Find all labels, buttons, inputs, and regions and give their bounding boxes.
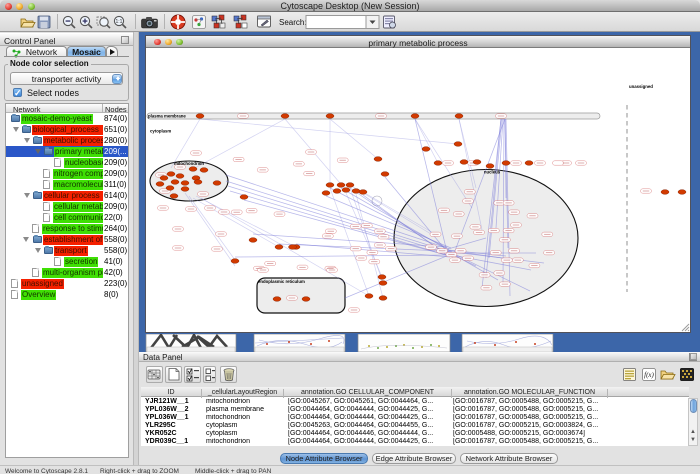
svg-text:nucleus: nucleus xyxy=(484,170,501,175)
svg-text:plasma membrane: plasma membrane xyxy=(148,114,186,119)
svg-text:mitochondrion: mitochondrion xyxy=(174,161,204,166)
svg-text:unassigned: unassigned xyxy=(629,84,653,89)
svg-text:Search:: Search: xyxy=(279,18,307,27)
svg-text:f(x): f(x) xyxy=(644,371,654,379)
svg-text:endoplasmic reticulum: endoplasmic reticulum xyxy=(258,279,305,284)
svg-text:cytoplasm: cytoplasm xyxy=(150,129,171,134)
svg-text:1:1: 1:1 xyxy=(116,19,123,25)
